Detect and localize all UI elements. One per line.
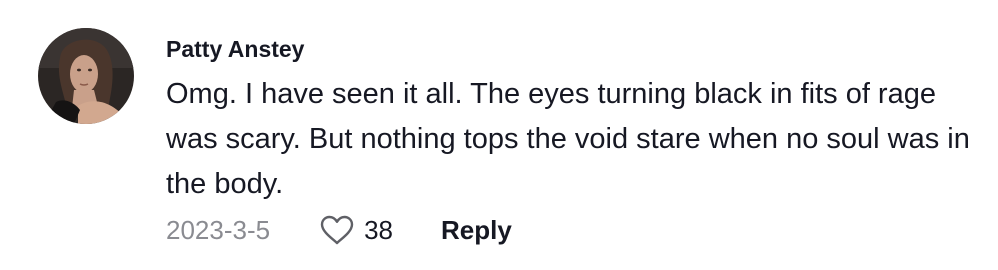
comment-item: Patty Anstey Omg. I have seen it all. Th… <box>0 0 998 270</box>
like-button[interactable]: 38 <box>320 215 393 246</box>
like-count: 38 <box>364 214 393 245</box>
username[interactable]: Patty Anstey <box>166 36 304 63</box>
comment-meta: 2023-3-5 38 Reply <box>166 208 512 252</box>
avatar[interactable] <box>38 28 134 124</box>
comment-text: Omg. I have seen it all. The eyes turnin… <box>166 78 970 200</box>
heart-outline-icon <box>320 215 354 245</box>
reply-button[interactable]: Reply <box>441 215 512 246</box>
comment-date: 2023-3-5 <box>166 214 271 245</box>
avatar-photo <box>38 28 134 124</box>
